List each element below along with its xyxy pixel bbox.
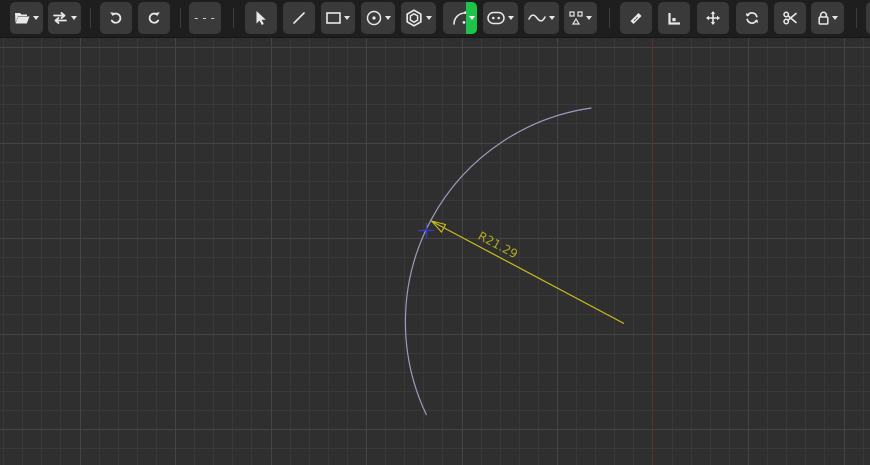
- dimension-tool-button[interactable]: [620, 2, 652, 34]
- select-tool-button[interactable]: [245, 2, 277, 34]
- arc-tool-menu-toggle[interactable]: [466, 2, 477, 34]
- dashed-line-icon: ---: [192, 11, 218, 25]
- arc-entity[interactable]: [404, 107, 592, 416]
- rectangle-tool-button[interactable]: [321, 2, 355, 34]
- swap-button[interactable]: [48, 2, 81, 34]
- toolbar-divider: [90, 8, 91, 28]
- chevron-down-icon: [508, 16, 514, 20]
- center-marker: [418, 223, 434, 238]
- open-file-button[interactable]: [10, 2, 43, 34]
- toolbar-divider: [233, 8, 234, 28]
- chevron-down-icon: [586, 16, 592, 20]
- lock-button[interactable]: [811, 2, 844, 34]
- slot-tool-button[interactable]: [483, 2, 518, 34]
- arc-tool-button[interactable]: [443, 2, 477, 34]
- undo-button[interactable]: [100, 2, 132, 34]
- circle-icon: [366, 10, 382, 26]
- chevron-down-icon: [71, 16, 77, 20]
- rotate-icon: [745, 11, 759, 25]
- line-icon: [292, 11, 306, 25]
- spline-icon: [528, 12, 546, 24]
- chevron-down-icon: [549, 16, 555, 20]
- spline-tool-button[interactable]: [524, 2, 559, 34]
- undo-icon: [109, 11, 123, 25]
- grid-major-lines: [0, 38, 870, 465]
- folder-open-icon: [14, 11, 30, 25]
- points-icon: [569, 11, 583, 25]
- overflow-button[interactable]: [866, 2, 870, 34]
- grid-minor-lines: [0, 38, 870, 465]
- swap-arrows-icon: [52, 11, 68, 25]
- chevron-down-icon: [384, 16, 391, 20]
- construction-line-button[interactable]: ---: [189, 2, 221, 34]
- lock-icon: [817, 11, 829, 25]
- sketch-canvas[interactable]: R21.29: [0, 38, 870, 465]
- chevron-down-icon: [831, 16, 838, 20]
- toolbar: ---: [0, 0, 870, 38]
- scissors-icon: [783, 11, 797, 25]
- polygon-tool-button[interactable]: [401, 2, 436, 34]
- sketch-editor: --- R21.29: [0, 0, 870, 465]
- points-tool-button[interactable]: [564, 2, 597, 34]
- toolbar-divider: [609, 8, 610, 28]
- rotate-tool-button[interactable]: [736, 2, 768, 34]
- circle-tool-button[interactable]: [361, 2, 395, 34]
- chevron-down-icon: [468, 16, 475, 20]
- slot-icon: [487, 11, 505, 25]
- line-tool-button[interactable]: [283, 2, 315, 34]
- redo-icon: [147, 11, 161, 25]
- chevron-down-icon: [344, 16, 350, 20]
- square-corner-icon: [667, 12, 681, 25]
- pointer-icon: [255, 10, 267, 26]
- rectangle-icon: [326, 12, 341, 24]
- chevron-down-icon: [33, 16, 39, 20]
- toolbar-divider: [856, 8, 857, 28]
- chevron-down-icon: [426, 16, 432, 20]
- toolbar-divider: [180, 8, 181, 28]
- constraint-tool-button[interactable]: [658, 2, 690, 34]
- move-tool-button[interactable]: [697, 2, 729, 34]
- hexagon-icon: [405, 9, 423, 27]
- ruler-icon: [629, 11, 643, 25]
- trim-tool-button[interactable]: [774, 2, 806, 34]
- redo-button[interactable]: [138, 2, 170, 34]
- move-icon: [706, 11, 720, 25]
